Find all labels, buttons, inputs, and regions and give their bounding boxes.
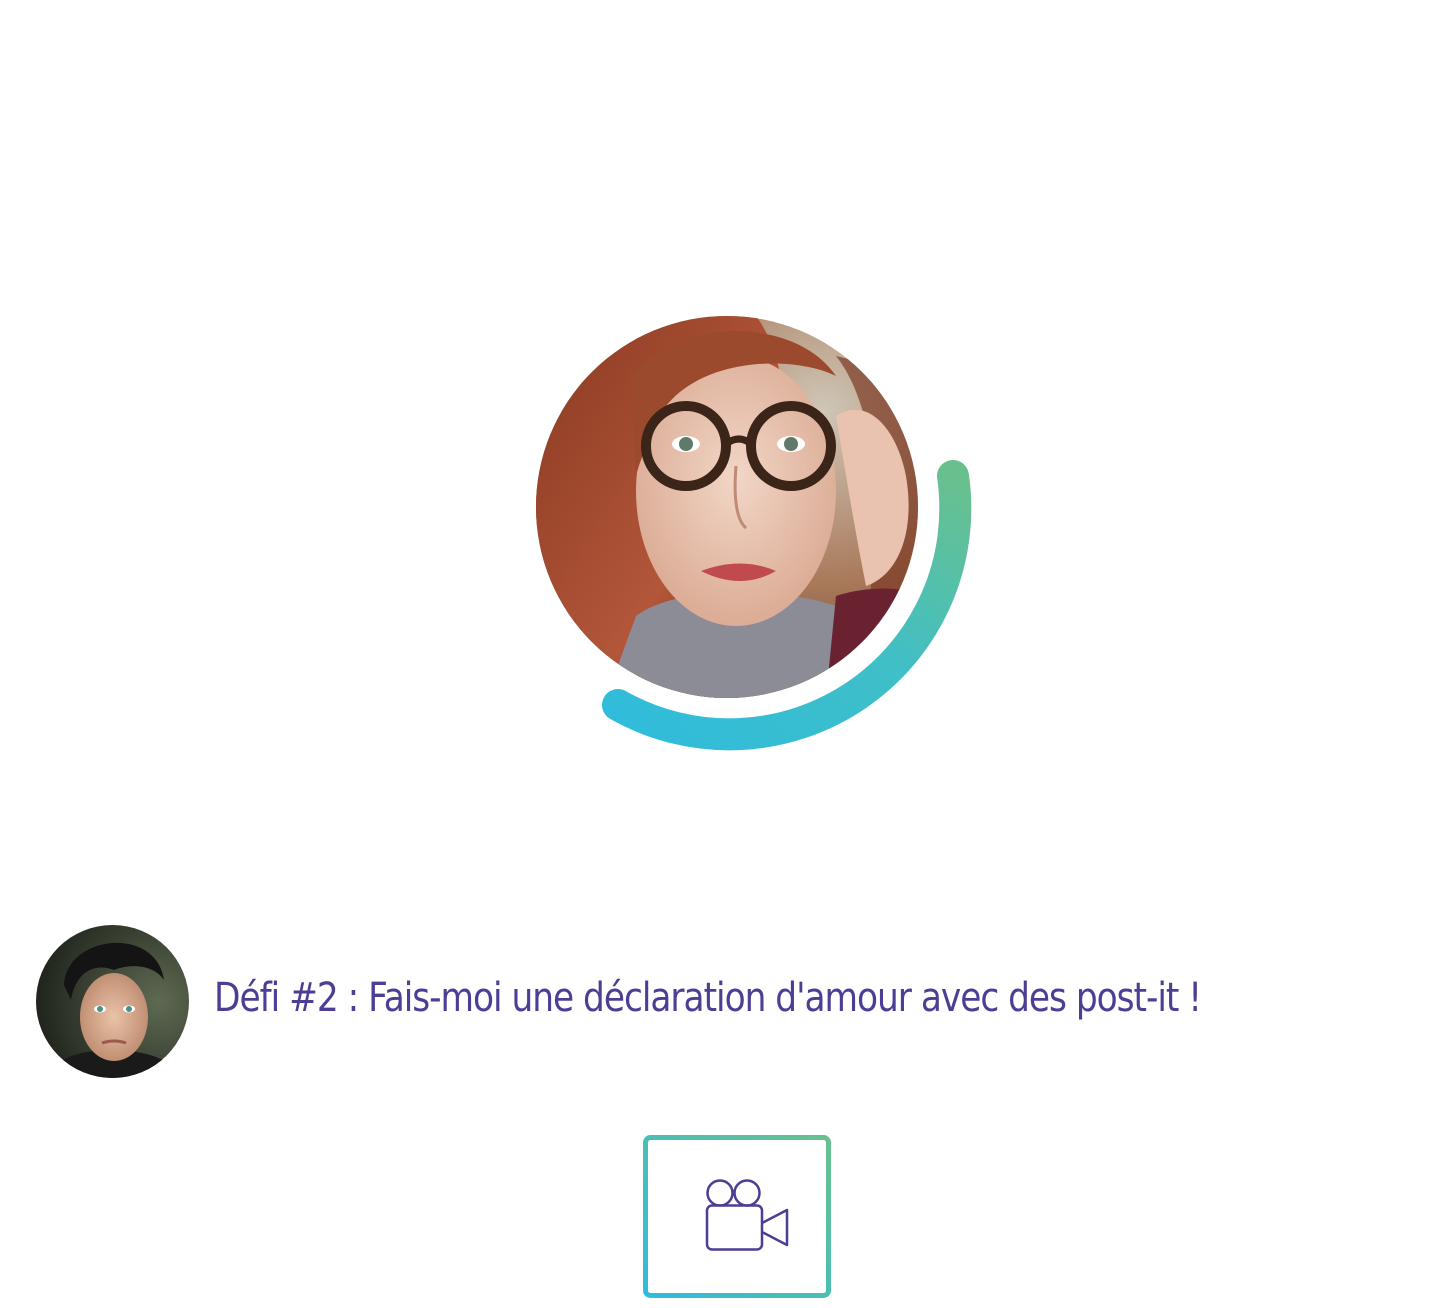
young-man-photo bbox=[36, 925, 189, 1078]
match-profile[interactable] bbox=[500, 290, 1000, 790]
challenge-row: Défi #2 : Fais-moi une déclaration d'amo… bbox=[36, 925, 1416, 1079]
record-video-button[interactable] bbox=[643, 1135, 831, 1298]
avatar[interactable] bbox=[36, 925, 189, 1078]
profile-photo[interactable] bbox=[536, 316, 918, 698]
woman-with-glasses-photo bbox=[536, 316, 918, 698]
challenge-text: Défi #2 : Fais-moi une déclaration d'amo… bbox=[214, 975, 1202, 1021]
